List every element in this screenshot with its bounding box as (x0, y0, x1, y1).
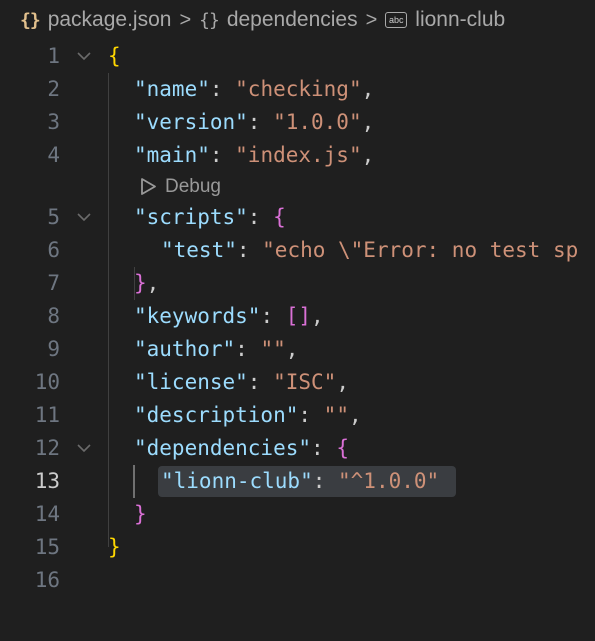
code-text: "name": "checking", (134, 77, 375, 101)
code-line[interactable]: 2 "name": "checking", (0, 73, 595, 106)
line-number: 2 (47, 77, 60, 101)
code-text: "license": "ISC", (134, 370, 349, 394)
code-line[interactable]: 12 "dependencies": { (0, 432, 595, 465)
code-line[interactable]: 5 "scripts": { (0, 201, 595, 234)
object-icon: {} (199, 9, 220, 31)
debug-label: Debug (165, 176, 221, 197)
line-number: 7 (47, 271, 60, 295)
line-number: 16 (34, 568, 60, 592)
debug-code-lens[interactable]: Debug (140, 172, 221, 201)
code-line[interactable]: 4 "main": "index.js", (0, 139, 595, 172)
code-line[interactable]: 7 }, (0, 267, 595, 300)
code-line[interactable]: 14 } (0, 498, 595, 531)
code-text: "dependencies": { (134, 436, 349, 460)
code-editor[interactable]: {} package.json > {} dependencies > abc … (0, 0, 595, 641)
chevron-right-icon: > (365, 8, 378, 31)
code-line[interactable]: 9 "author": "", (0, 333, 595, 366)
line-number: 9 (47, 337, 60, 361)
line-number: 4 (47, 143, 60, 167)
code-line-active[interactable]: 13 "lionn-club": "^1.0.0" (0, 465, 595, 498)
code-text: "keywords": [], (134, 304, 324, 328)
code-line[interactable]: 6 "test": "echo \"Error: no test sp (0, 234, 595, 267)
code-line[interactable]: 11 "description": "", (0, 399, 595, 432)
line-number: 13 (34, 469, 60, 493)
code-text: "main": "index.js", (134, 143, 375, 167)
line-number: 14 (34, 502, 60, 526)
code-text: "test": "echo \"Error: no test sp (161, 238, 579, 262)
code-text: }, (134, 271, 160, 295)
chevron-down-icon[interactable] (74, 40, 94, 73)
line-number: 10 (34, 370, 60, 394)
line-number: 6 (47, 238, 60, 262)
breadcrumb-item[interactable]: lionn-club (415, 8, 505, 32)
code-line[interactable]: 3 "version": "1.0.0", (0, 106, 595, 139)
code-text: "author": "", (134, 337, 299, 361)
code-lens[interactable]: Debug (0, 172, 595, 201)
breadcrumb: {} package.json > {} dependencies > abc … (0, 0, 595, 40)
code-line[interactable]: 8 "keywords": [], (0, 300, 595, 333)
code-area[interactable]: 1 { 2 "name": "checking", 3 "version": "… (0, 40, 595, 597)
breadcrumb-file[interactable]: package.json (48, 8, 172, 32)
chevron-down-icon[interactable] (74, 432, 94, 465)
line-number: 8 (47, 304, 60, 328)
line-number: 12 (34, 436, 60, 460)
json-file-icon: {} (20, 9, 41, 31)
code-text: } (108, 535, 121, 559)
line-number: 3 (47, 110, 60, 134)
code-line[interactable]: 16 (0, 564, 595, 597)
breadcrumb-section[interactable]: dependencies (227, 8, 358, 32)
code-text: "scripts": { (134, 205, 286, 229)
code-line[interactable]: 10 "license": "ISC", (0, 366, 595, 399)
code-text: } (134, 502, 147, 526)
chevron-down-icon[interactable] (74, 201, 94, 234)
string-icon: abc (385, 12, 408, 28)
line-number: 5 (47, 205, 60, 229)
play-icon (141, 178, 156, 195)
code-line[interactable]: 1 { (0, 40, 595, 73)
code-text: "description": "", (134, 403, 362, 427)
line-number: 1 (47, 44, 60, 68)
code-text: "lionn-club": "^1.0.0" (161, 469, 440, 493)
code-line[interactable]: 15 } (0, 531, 595, 564)
code-text: { (108, 44, 121, 68)
chevron-right-icon: > (179, 8, 192, 31)
line-number: 15 (34, 535, 60, 559)
line-number: 11 (34, 403, 60, 427)
code-text: "version": "1.0.0", (134, 110, 375, 134)
